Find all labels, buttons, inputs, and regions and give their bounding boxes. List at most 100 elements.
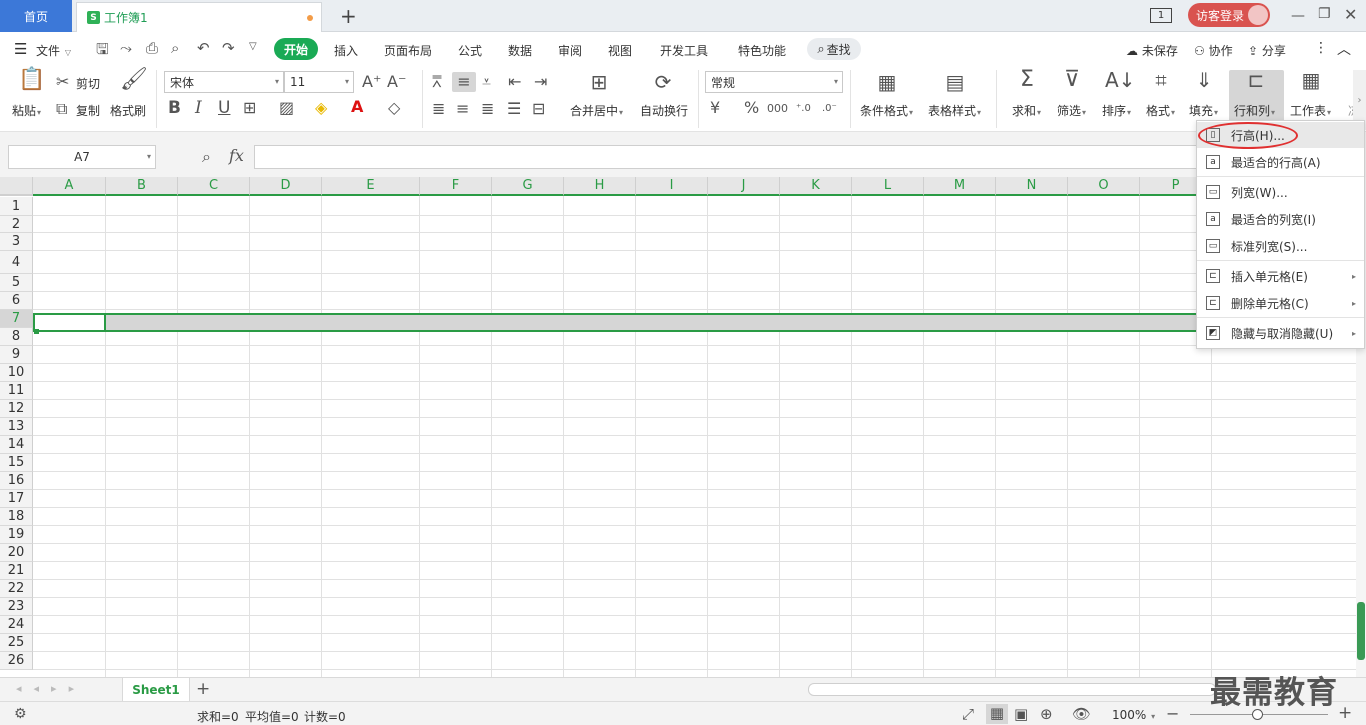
print-icon[interactable]: ⎙ bbox=[146, 39, 158, 57]
thousands-icon[interactable]: 000 bbox=[767, 101, 788, 117]
rowcol-button[interactable]: 行和列▾ bbox=[1234, 102, 1275, 119]
sum-button[interactable]: 求和▾ bbox=[1012, 102, 1041, 119]
save-icon[interactable]: 🖫 bbox=[96, 39, 109, 64]
hamburger-icon[interactable]: ☰ bbox=[14, 40, 27, 58]
menu-view[interactable]: 视图 bbox=[608, 42, 632, 59]
decimal-decrease-icon[interactable]: .0⁻ bbox=[822, 101, 837, 117]
menu-item[interactable]: a 最适合的行高(A) bbox=[1197, 149, 1364, 175]
undo-icon[interactable]: ↶ bbox=[197, 39, 210, 57]
bold-icon[interactable]: B bbox=[168, 100, 181, 117]
macro-icon[interactable]: ⚙ bbox=[14, 706, 27, 722]
menu-item[interactable]: ⊏ 插入单元格(E) ▸ bbox=[1197, 263, 1364, 289]
col-header[interactable]: I bbox=[636, 177, 708, 196]
page-layout-view-icon[interactable]: ▣ bbox=[1014, 705, 1028, 723]
col-header[interactable]: E bbox=[322, 177, 420, 196]
row-header[interactable]: 15 bbox=[0, 454, 33, 472]
fullscreen-icon[interactable]: ⤢ bbox=[962, 705, 974, 723]
copy-button[interactable]: 复制 bbox=[76, 102, 100, 119]
row-header[interactable]: 3 bbox=[0, 233, 33, 251]
worksheet-button[interactable]: 工作表▾ bbox=[1290, 102, 1331, 119]
currency-icon[interactable]: ¥ bbox=[710, 100, 720, 116]
name-box[interactable]: A7 ▾ bbox=[8, 145, 156, 169]
row-header[interactable]: 22 bbox=[0, 580, 33, 598]
row-header[interactable]: 11 bbox=[0, 382, 33, 400]
fill-button[interactable]: 填充▾ bbox=[1189, 102, 1218, 119]
zoom-formula-icon[interactable]: ⌕ bbox=[202, 147, 211, 167]
col-header[interactable]: M bbox=[924, 177, 996, 196]
paste-button[interactable]: 粘贴▾ bbox=[12, 102, 41, 119]
zoom-out-icon[interactable]: − bbox=[1166, 704, 1179, 723]
menu-insert[interactable]: 插入 bbox=[334, 42, 358, 59]
font-color-icon[interactable]: A bbox=[351, 99, 363, 115]
menu-item[interactable]: ▭ 标准列宽(S)... bbox=[1197, 233, 1364, 259]
row-header[interactable]: 5 bbox=[0, 274, 33, 292]
justify-icon[interactable]: ☰ bbox=[507, 101, 521, 117]
row-header[interactable]: 8 bbox=[0, 328, 33, 346]
quick-access-chevron-icon[interactable]: ▽ bbox=[249, 41, 257, 52]
align-top-icon[interactable]: ⩞ bbox=[432, 74, 442, 90]
col-header[interactable]: L bbox=[852, 177, 924, 196]
menu-data[interactable]: 数据 bbox=[508, 42, 532, 59]
col-header[interactable]: O bbox=[1068, 177, 1140, 196]
col-header[interactable]: F bbox=[420, 177, 492, 196]
font-grow-icon[interactable]: A⁺ bbox=[362, 74, 381, 90]
paste-icon[interactable]: 📋 bbox=[18, 69, 45, 96]
tab-workbook[interactable]: S 工作簿1 bbox=[76, 2, 322, 32]
zoom-level[interactable]: 100% ▾ bbox=[1112, 708, 1155, 722]
align-bottom-icon[interactable]: ⩡ bbox=[482, 74, 491, 90]
menu-start[interactable]: 开始 bbox=[274, 38, 318, 60]
row-header[interactable]: 6 bbox=[0, 292, 33, 310]
border-icon[interactable]: ⊞ bbox=[243, 100, 256, 116]
new-tab-button[interactable]: + bbox=[340, 4, 357, 28]
row-header[interactable]: 2 bbox=[0, 216, 33, 233]
tab-home[interactable]: 首页 bbox=[0, 0, 72, 32]
menu-developer[interactable]: 开发工具 bbox=[660, 42, 708, 59]
page-break-view-icon[interactable]: ⊕ bbox=[1040, 705, 1053, 723]
merge-center-button[interactable]: 合并居中▾ bbox=[570, 102, 623, 119]
cut-button[interactable]: 剪切 bbox=[76, 75, 100, 92]
row-header[interactable]: 16 bbox=[0, 472, 33, 490]
row-header[interactable]: 26 bbox=[0, 652, 33, 670]
align-right-icon[interactable]: ≣ bbox=[481, 101, 494, 117]
restore-icon[interactable]: ❐ bbox=[1318, 6, 1331, 22]
row-header[interactable]: 21 bbox=[0, 562, 33, 580]
align-middle-icon[interactable]: ≡ bbox=[452, 72, 476, 92]
menu-formula[interactable]: 公式 bbox=[458, 42, 482, 59]
close-icon[interactable]: ✕ bbox=[1344, 5, 1357, 24]
col-header[interactable]: G bbox=[492, 177, 564, 196]
menu-item[interactable]: ◩ 隐藏与取消隐藏(U) ▸ bbox=[1197, 320, 1364, 346]
row-header[interactable]: 7 bbox=[0, 310, 33, 328]
cond-format-button[interactable]: 条件格式▾ bbox=[860, 102, 913, 119]
col-header[interactable]: D bbox=[250, 177, 322, 196]
page-indicator[interactable]: 1 bbox=[1150, 8, 1172, 23]
col-header[interactable]: A bbox=[33, 177, 106, 196]
format-painter-button[interactable]: 格式刷 bbox=[110, 102, 146, 119]
redo-icon[interactable]: ↷ bbox=[222, 39, 235, 57]
decimal-increase-icon[interactable]: ⁺.0 bbox=[796, 101, 811, 117]
sheet-tab-sheet1[interactable]: Sheet1 bbox=[122, 678, 190, 702]
menu-item[interactable]: ▭ 列宽(W)... bbox=[1197, 179, 1364, 205]
select-all-corner[interactable] bbox=[0, 177, 33, 196]
normal-view-icon[interactable]: ▦ bbox=[986, 704, 1008, 724]
scroll-thumb[interactable] bbox=[1357, 602, 1365, 660]
export-icon[interactable]: ⤳ bbox=[120, 39, 132, 57]
align-center-icon[interactable]: ≡ bbox=[456, 101, 469, 117]
formula-input[interactable] bbox=[254, 145, 1214, 169]
menu-file[interactable]: 文件 ▽ bbox=[36, 42, 71, 59]
col-header[interactable]: H bbox=[564, 177, 636, 196]
more-vert-icon[interactable]: ⋮ bbox=[1314, 40, 1328, 56]
row-header[interactable]: 1 bbox=[0, 197, 33, 216]
spreadsheet-grid[interactable]: ABCDEFGHIJKLMNOP 1 2 3 4 5 6 7 8 9 10 11 12 13 14 15 16… bbox=[0, 177, 1356, 677]
menu-special[interactable]: 特色功能 bbox=[738, 42, 786, 59]
fill-color-icon[interactable]: ◈ bbox=[315, 100, 327, 116]
collapse-ribbon-icon[interactable]: ︿ bbox=[1337, 39, 1351, 59]
fill-handle[interactable] bbox=[34, 329, 39, 334]
horizontal-scrollbar[interactable] bbox=[808, 683, 1216, 696]
distributed-icon[interactable]: ⊟ bbox=[532, 101, 545, 117]
add-sheet-icon[interactable]: + bbox=[196, 679, 210, 699]
share-button[interactable]: ⇪ 分享 bbox=[1248, 42, 1286, 59]
menu-search[interactable]: ⌕ 查找 bbox=[807, 38, 861, 60]
fill-pattern-icon[interactable]: ▨ bbox=[279, 100, 294, 116]
indent-decrease-icon[interactable]: ⇤ bbox=[508, 74, 521, 90]
row-header[interactable]: 18 bbox=[0, 508, 33, 526]
